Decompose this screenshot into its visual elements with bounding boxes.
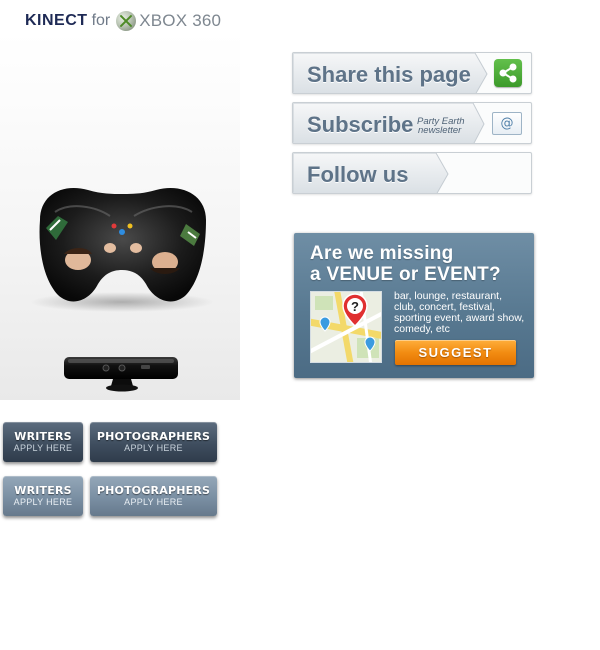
controller-shape: [39, 188, 206, 302]
share-this-page-bar[interactable]: Share this page: [292, 52, 532, 94]
envelope-at-icon[interactable]: @: [492, 112, 522, 135]
missing-title-line1: Are we missing: [310, 243, 454, 264]
subscribe-bar[interactable]: Subscribe Party Earth newsletter @: [292, 102, 532, 144]
writers-apply-button-hover[interactable]: WRITERS APPLY HERE: [3, 476, 83, 516]
missing-description: bar, lounge, restaurant, club, concert, …: [394, 290, 525, 335]
ad-platform: XBOX 360: [139, 11, 221, 31]
photographers-apply-label: APPLY HERE: [124, 443, 183, 453]
subscribe-title: Subscribe: [307, 112, 414, 137]
share-title: Share this page: [307, 62, 471, 87]
writers-apply-button[interactable]: WRITERS APPLY HERE: [3, 422, 83, 462]
ad-platform-number: 360: [192, 11, 222, 30]
missing-venue-box: Are we missing a VENUE or EVENT? ? bar, …: [294, 233, 534, 378]
newsletter-note-line2: newsletter: [418, 125, 462, 136]
ad-platform-name: XBOX: [139, 11, 188, 30]
writers-apply-label: APPLY HERE: [13, 443, 73, 453]
photographers-label: PHOTOGRAPHERS: [96, 484, 211, 497]
controller-shadow: [30, 292, 214, 312]
photographers-apply-button[interactable]: PHOTOGRAPHERS APPLY HERE: [90, 422, 217, 462]
missing-title-line2: a VENUE or EVENT?: [310, 264, 501, 285]
photographers-apply-button-hover[interactable]: PHOTOGRAPHERS APPLY HERE: [90, 476, 217, 516]
writers-apply-label: APPLY HERE: [13, 497, 73, 507]
photographers-apply-label: APPLY HERE: [124, 497, 183, 507]
svg-text:?: ?: [351, 299, 359, 314]
follow-us-bar: Follow us: [292, 152, 532, 194]
share-icon[interactable]: [494, 59, 522, 87]
map-pin-icon: ?: [310, 291, 382, 363]
follow-title: Follow us: [307, 162, 409, 187]
kinect-xbox-logo: KINECT for XBOX 360: [25, 10, 221, 32]
ad-connector: for: [91, 12, 111, 29]
newsletter-note: Party Earth newsletter: [417, 117, 465, 136]
xbox-orb-icon: [116, 11, 137, 31]
suggest-button[interactable]: SUGGEST: [395, 340, 516, 365]
kinect-sensor: [64, 357, 178, 392]
ad-artwork: [30, 188, 214, 392]
writers-label: WRITERS: [14, 430, 72, 443]
ad-brand: KINECT: [25, 12, 88, 29]
kinect-xbox-ad[interactable]: KINECT for XBOX 360: [0, 0, 240, 400]
writers-label: WRITERS: [14, 484, 72, 497]
photographers-label: PHOTOGRAPHERS: [96, 430, 211, 443]
